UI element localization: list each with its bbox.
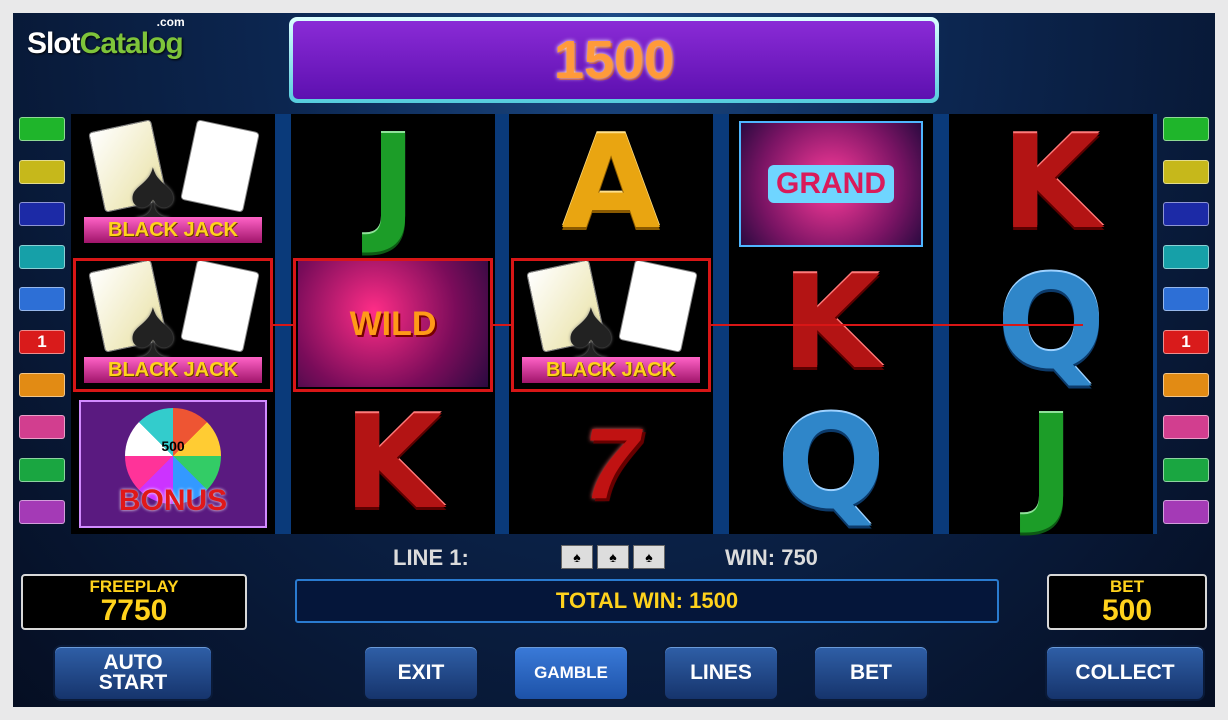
payline-marker: 1: [1163, 329, 1209, 354]
reel-3: A ♠ BLACK JACK 7: [509, 114, 713, 534]
lines-button[interactable]: LINES: [663, 645, 779, 701]
reel-cell: ♠ BLACK JACK: [71, 114, 275, 254]
reel-cell: J: [949, 394, 1153, 534]
bonus-wheel-symbol: 500 BONUS: [79, 400, 267, 528]
line-win: WIN: 750: [725, 545, 818, 570]
payline-marker: [19, 202, 65, 227]
blackjack-banner: BLACK JACK: [84, 217, 262, 243]
bet-value: 500: [1101, 594, 1153, 627]
slotcatalog-logo: SlotCatalog .com: [27, 15, 185, 61]
reel-cell: ♠ BLACK JACK: [509, 254, 713, 394]
payline-marker: 1: [19, 329, 65, 354]
reel-cell: Q: [729, 394, 933, 534]
reel-cell: J: [291, 114, 495, 254]
win-display: 1500: [289, 17, 939, 103]
letter-j-symbol: J: [369, 109, 417, 258]
gamble-button[interactable]: GAMBLE: [513, 645, 629, 701]
freeplay-value: 7750: [100, 594, 168, 627]
letter-k-symbol: K: [343, 389, 443, 538]
payline-marker: [1163, 244, 1209, 269]
payline-marker: [1163, 287, 1209, 312]
reel-cell: K: [949, 114, 1153, 254]
logo-suffix: .com: [156, 15, 185, 29]
payline-marker: [1163, 159, 1209, 184]
total-win-bar: TOTAL WIN: 1500: [295, 579, 999, 623]
grand-symbol: GRAND: [739, 121, 923, 247]
payline-markers-left: 1: [19, 117, 65, 543]
payline-marker: [1163, 117, 1209, 141]
reel-1: ♠ BLACK JACK ♠ BLACK JACK 500 BONUS: [71, 114, 275, 534]
reels-area: ♠ BLACK JACK ♠ BLACK JACK 500 BONUS J WILD K A ♠ BL…: [71, 114, 1157, 534]
payline-marker: [19, 117, 65, 141]
reel-cell: WILD: [291, 254, 495, 394]
reel-cell: ♠ BLACK JACK: [71, 254, 275, 394]
freeplay-box: FREEPLAY 7750: [21, 574, 247, 630]
collect-button[interactable]: COLLECT: [1045, 645, 1205, 701]
logo-text-green: Catalog: [79, 27, 184, 60]
letter-j-symbol: J: [1027, 389, 1075, 538]
letter-k-symbol: K: [1001, 109, 1101, 258]
payline-marker: [19, 159, 65, 184]
mini-blackjack-icon: ♠: [561, 545, 593, 569]
auto-start-button[interactable]: AUTO START: [53, 645, 213, 701]
win-display-value: 1500: [293, 21, 935, 99]
payline-marker: [19, 287, 65, 312]
payline-marker: [19, 244, 65, 269]
payline-segment: [273, 324, 293, 326]
blackjack-symbol: ♠ BLACK JACK: [78, 259, 268, 387]
payline-marker: [19, 457, 65, 482]
reel-cell: 500 BONUS: [71, 394, 275, 534]
letter-q-symbol: Q: [776, 389, 886, 538]
payline-marker: [1163, 415, 1209, 440]
payline-marker: [1163, 500, 1209, 525]
wheel-label: 500: [161, 438, 185, 454]
payline-marker: [19, 372, 65, 397]
payline-markers-right: 1: [1163, 117, 1209, 543]
payline-segment: [711, 324, 1083, 326]
logo-text-white: Slot: [27, 27, 81, 60]
bonus-text: BONUS: [118, 484, 228, 517]
slot-game-screen: SlotCatalog .com 1500 1 1 ♠ BLACK JACK ♠ BL…: [13, 13, 1215, 707]
reel-cell: 7: [509, 394, 713, 534]
payline-marker: [1163, 202, 1209, 227]
exit-button[interactable]: EXIT: [363, 645, 479, 701]
reel-cell: A: [509, 114, 713, 254]
wild-symbol: WILD: [298, 261, 488, 387]
blackjack-symbol: ♠ BLACK JACK: [78, 119, 268, 247]
payline-marker: [1163, 457, 1209, 482]
playing-card-icon: [180, 259, 260, 353]
grand-text: GRAND: [768, 165, 894, 203]
payline-marker: [19, 415, 65, 440]
reel-2: J WILD K: [291, 114, 495, 534]
bet-box: BET 500: [1047, 574, 1207, 630]
payline-marker: [19, 500, 65, 525]
blackjack-symbol: ♠ BLACK JACK: [516, 259, 706, 387]
blackjack-banner: BLACK JACK: [84, 357, 262, 383]
reel-cell: K: [291, 394, 495, 534]
blackjack-banner: BLACK JACK: [522, 357, 700, 383]
reel-cell: GRAND: [729, 114, 933, 254]
mini-blackjack-icon: ♠: [597, 545, 629, 569]
bet-button[interactable]: BET: [813, 645, 929, 701]
playing-card-icon: [618, 259, 698, 353]
playing-card-icon: [180, 119, 260, 213]
payline-segment: [493, 324, 511, 326]
seven-symbol: 7: [583, 407, 639, 520]
mini-blackjack-icon: ♠: [633, 545, 665, 569]
payline-marker: [1163, 372, 1209, 397]
line-label: LINE 1:: [393, 545, 469, 570]
letter-a-symbol: A: [561, 109, 661, 258]
